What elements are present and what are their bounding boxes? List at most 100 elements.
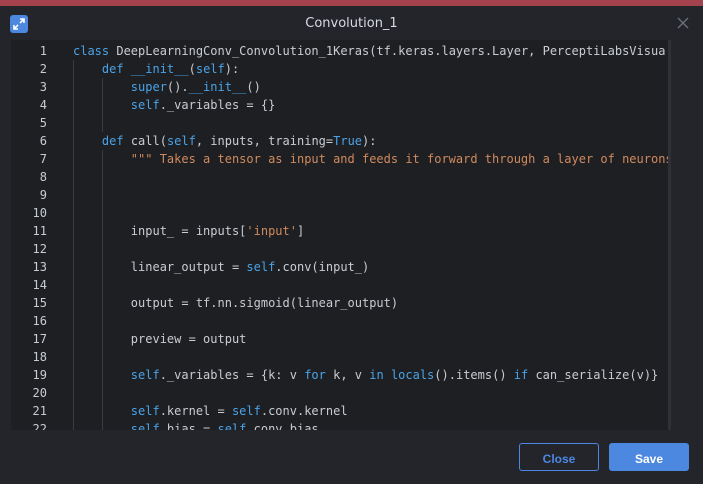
code-line: 5 — [11, 114, 668, 132]
code-line: 11 input_ = inputs['input'] — [11, 222, 668, 240]
code-line: 14 — [11, 276, 668, 294]
line-number: 16 — [32, 314, 47, 328]
code-text: linear_output = self.conv(input_) — [73, 258, 369, 276]
code-token: def — [101, 62, 131, 76]
line-number: 18 — [32, 350, 47, 364]
code-token: can_serialize(v)} — [528, 368, 659, 382]
code-text: self._variables = {k: v for k, v in loca… — [73, 366, 658, 384]
code-token: self — [130, 368, 160, 382]
close-button[interactable]: Close — [519, 443, 599, 471]
code-token: .bias = — [159, 422, 218, 430]
code-token: __init__ — [130, 62, 189, 76]
close-icon[interactable] — [677, 17, 689, 29]
line-number: 9 — [39, 188, 47, 202]
code-text: output = tf.nn.sigmoid(linear_output) — [73, 294, 398, 312]
line-number: 22 — [32, 422, 47, 430]
line-number: 10 — [32, 206, 47, 220]
code-text: self.kernel = self.conv.kernel — [73, 402, 348, 420]
code-token: class — [73, 44, 117, 58]
code-token: () — [246, 80, 261, 94]
dialog-title: Convolution_1 — [305, 16, 398, 31]
code-line: 7 """ Takes a tensor as input and feeds … — [11, 150, 668, 168]
code-token: ] — [296, 224, 305, 238]
code-token: self — [217, 422, 247, 430]
code-token: call( — [130, 134, 167, 148]
dialog-titlebar: Convolution_1 — [0, 6, 703, 42]
code-token: if — [513, 368, 529, 382]
code-line: 12 — [11, 240, 668, 258]
code-line: 21 self.kernel = self.conv.kernel — [11, 402, 668, 420]
code-token: preview = output — [73, 332, 247, 346]
code-token: self — [231, 404, 261, 418]
code-text: self.bias = self.conv.bias — [73, 420, 319, 430]
code-token: self — [195, 62, 225, 76]
code-token: in — [369, 368, 384, 382]
code-token: DeepLearningConv_Convolution_1Keras(tf.k… — [116, 44, 666, 58]
code-token: __init__ — [188, 80, 247, 94]
line-number: 15 — [32, 296, 47, 310]
code-line: 4 self._variables = {} — [11, 96, 668, 114]
code-line: 6 def call(self, inputs, training=True): — [11, 132, 668, 150]
code-token: .conv.kernel — [260, 404, 348, 418]
code-token: ): — [224, 62, 240, 76]
code-token: ._variables = {k: v — [159, 368, 305, 382]
code-line: 13 linear_output = self.conv(input_) — [11, 258, 668, 276]
code-line: 10 — [11, 204, 668, 222]
code-line: 17 preview = output — [11, 330, 668, 348]
code-line: 9 — [11, 186, 668, 204]
line-number: 13 — [32, 260, 47, 274]
code-text: def __init__(self): — [73, 60, 239, 78]
code-line: 22 self.bias = self.conv.bias — [11, 420, 668, 430]
code-token: self — [246, 260, 276, 274]
line-number: 14 — [32, 278, 47, 292]
indent-guide — [73, 60, 74, 430]
code-token: k, v — [325, 368, 370, 382]
code-line: 19 self._variables = {k: v for k, v in l… — [11, 366, 668, 384]
code-token: True — [333, 134, 363, 148]
code-text: def call(self, inputs, training=True): — [73, 132, 377, 150]
code-text: class DeepLearningConv_Convolution_1Kera… — [73, 42, 665, 60]
code-token: ._variables = {} — [159, 98, 276, 112]
code-text: input_ = inputs['input'] — [73, 222, 304, 240]
code-token: input_ = inputs[ — [73, 224, 247, 238]
code-text: """ Takes a tensor as input and feeds it… — [73, 150, 668, 168]
code-token: linear_output = — [73, 260, 247, 274]
code-token: locals — [390, 368, 435, 382]
code-line: 1 class DeepLearningConv_Convolution_1Ker… — [11, 42, 668, 60]
code-token: self — [166, 134, 196, 148]
code-token: for — [304, 368, 326, 382]
line-number: 17 — [32, 332, 47, 346]
code-line: 16 — [11, 312, 668, 330]
indent-guide — [102, 78, 103, 132]
code-token: 'input' — [246, 224, 297, 238]
code-token: def — [101, 134, 131, 148]
code-token: (). — [166, 80, 189, 94]
line-number: 6 — [39, 134, 47, 148]
line-number: 5 — [39, 116, 47, 130]
code-text: self._variables = {} — [73, 96, 276, 114]
code-token: ( — [188, 62, 196, 76]
code-token: self — [130, 98, 160, 112]
save-button[interactable]: Save — [609, 443, 689, 471]
indent-guide — [102, 150, 103, 430]
code-line: 15 output = tf.nn.sigmoid(linear_output) — [11, 294, 668, 312]
code-token: super — [130, 80, 167, 94]
line-number: 2 — [39, 62, 47, 76]
code-line: 8 — [11, 168, 668, 186]
code-line: 3 super().__init__() — [11, 78, 668, 96]
code-token: ().items() — [434, 368, 514, 382]
line-number: 19 — [32, 368, 47, 382]
line-number: 8 — [39, 170, 47, 184]
code-token: .conv(input_) — [275, 260, 370, 274]
code-token: ): — [362, 134, 377, 148]
line-number: 21 — [32, 404, 47, 418]
code-editor[interactable]: 1 class DeepLearningConv_Convolution_1Ker… — [11, 40, 668, 430]
line-number: 12 — [32, 242, 47, 256]
line-number: 1 — [39, 44, 47, 58]
line-number: 20 — [32, 386, 47, 400]
code-token: .conv.bias — [246, 422, 319, 430]
editor-scrollbar[interactable] — [668, 40, 671, 430]
